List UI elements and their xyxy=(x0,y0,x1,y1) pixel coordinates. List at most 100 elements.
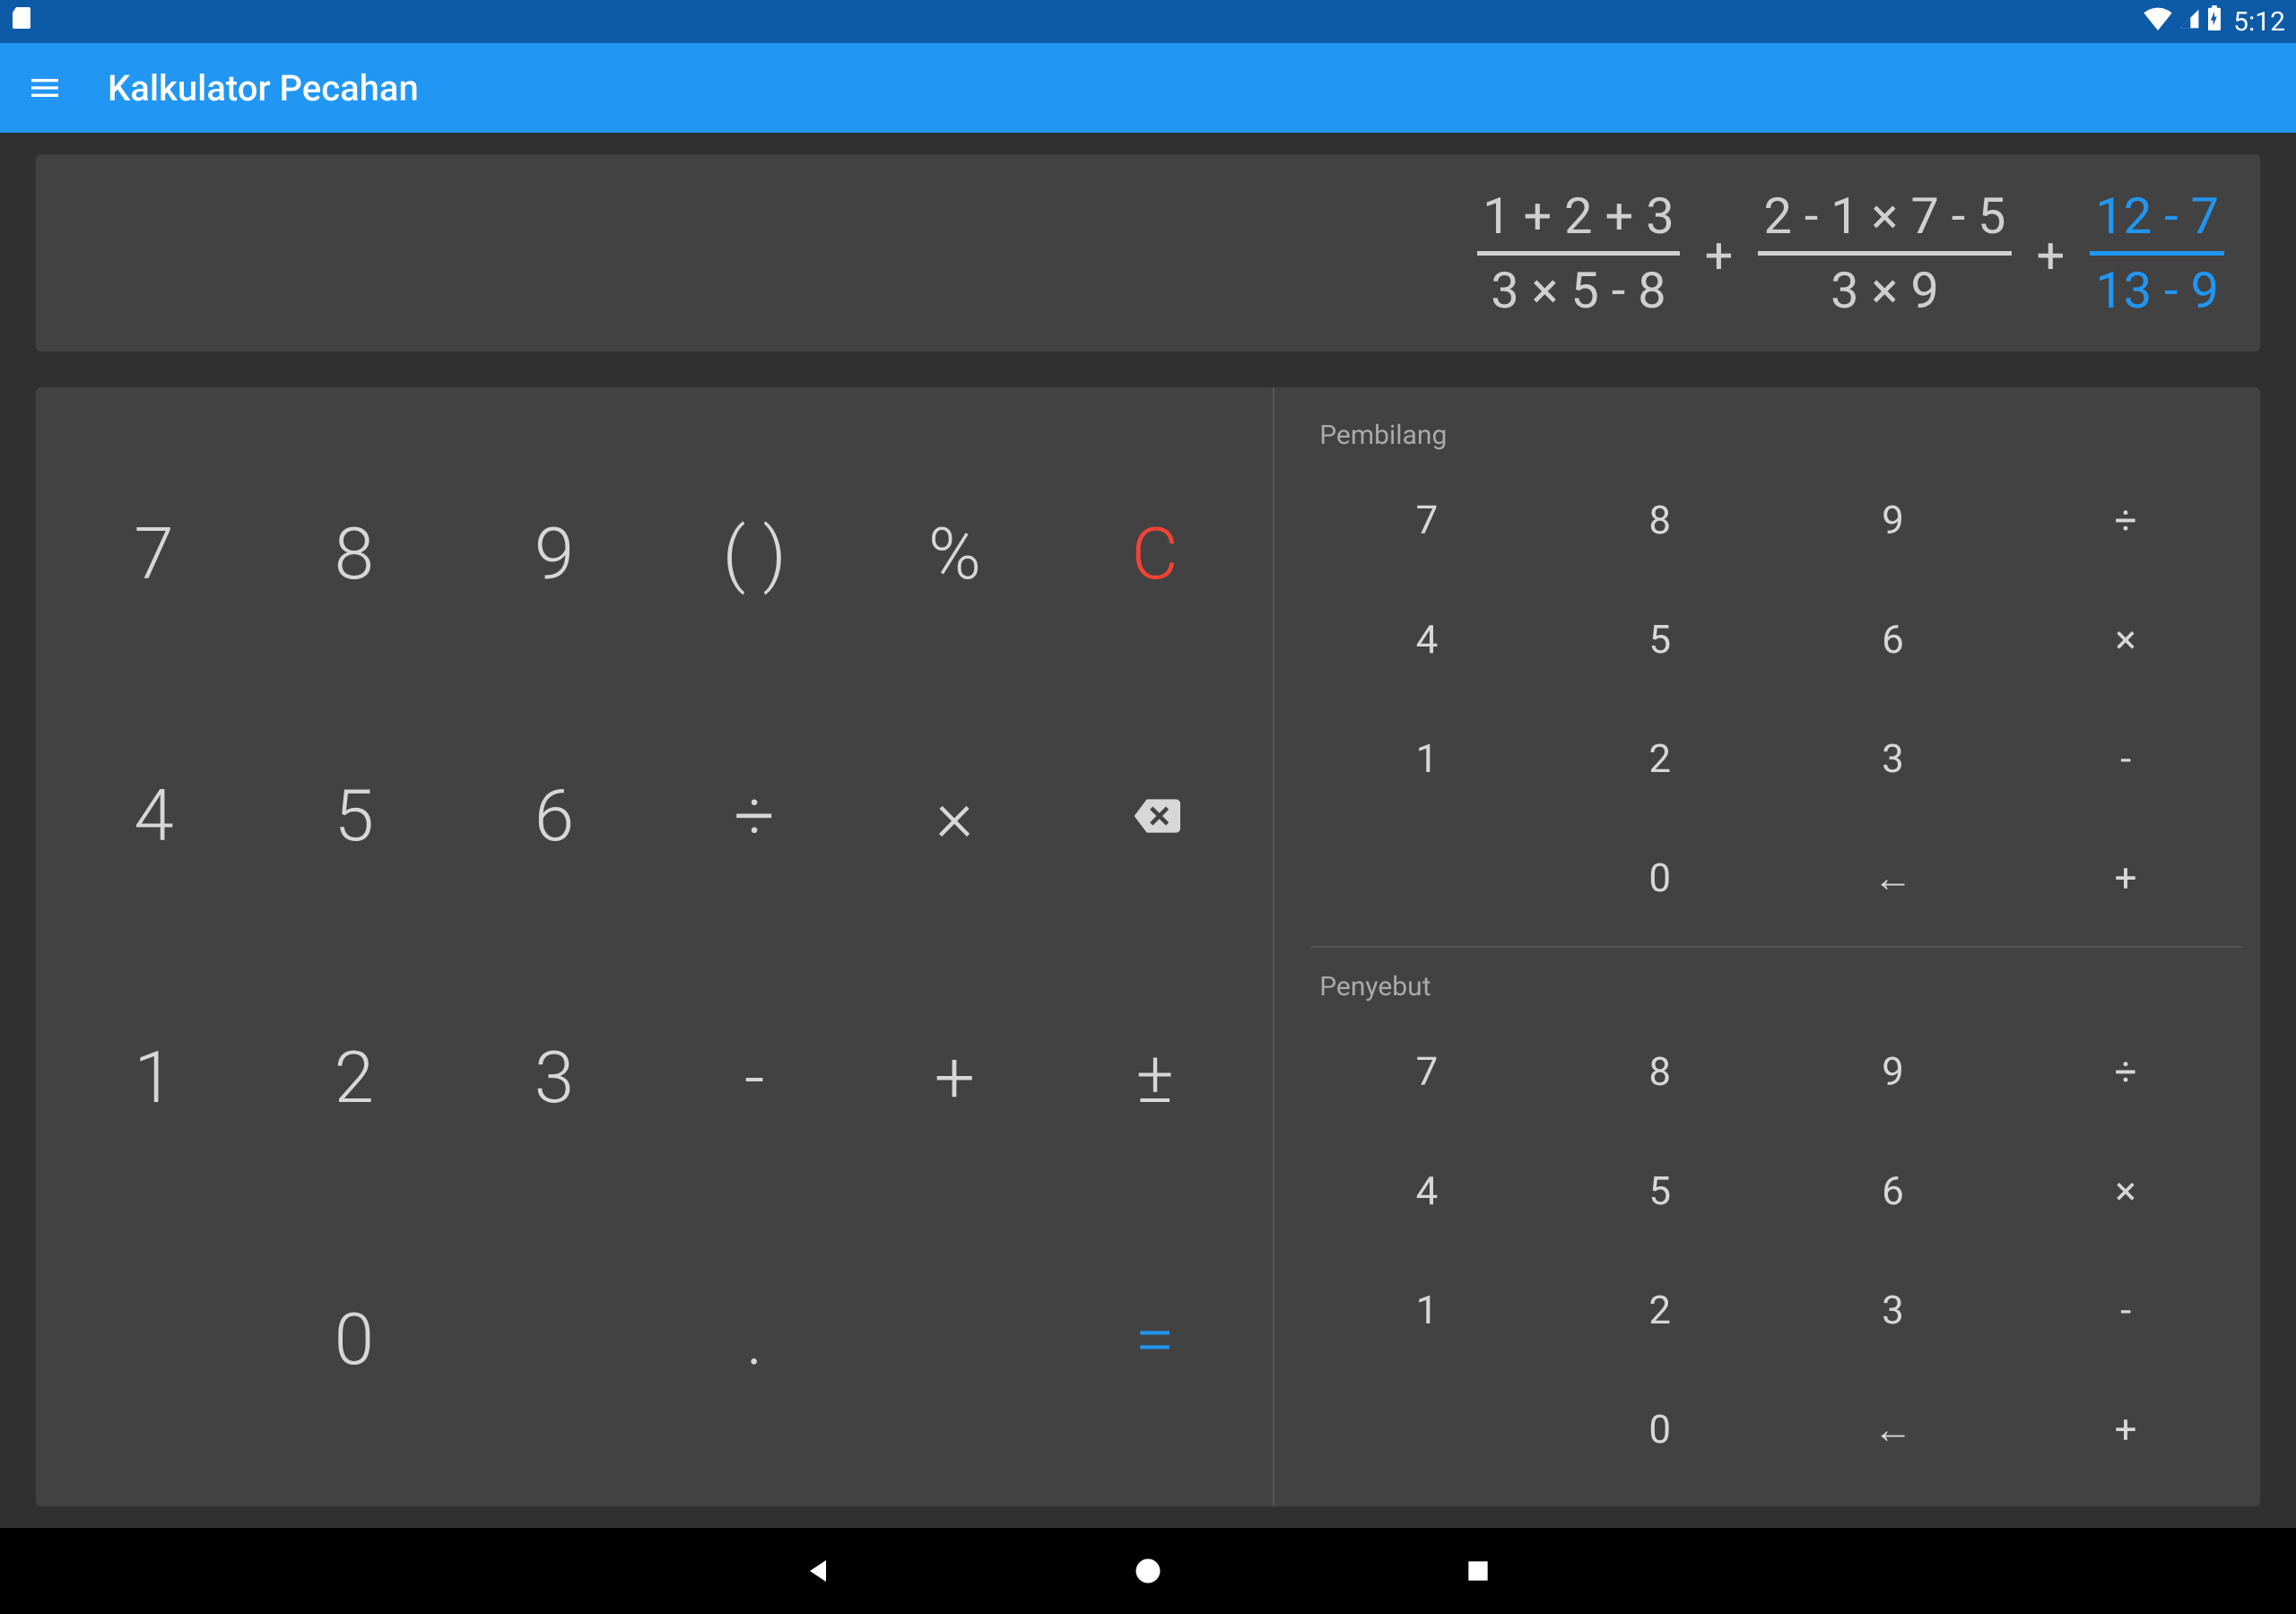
num-key-plus[interactable]: + xyxy=(2009,818,2242,937)
fraction-bar xyxy=(1477,251,1680,256)
den-key-multiply[interactable]: × xyxy=(2009,1131,2242,1250)
den-key-8[interactable]: 8 xyxy=(1544,1011,1777,1131)
den-key-plus[interactable]: + xyxy=(2009,1369,2242,1488)
num-key-empty xyxy=(1310,818,1544,937)
num-key-0[interactable]: 0 xyxy=(1544,818,1777,937)
num-key-minus[interactable]: - xyxy=(2009,699,2242,818)
app-bar: Kalkulator Pecahan xyxy=(0,43,2296,133)
den-key-back[interactable]: ← xyxy=(1777,1369,2010,1488)
key-7[interactable]: 7 xyxy=(54,423,254,685)
expression-row: 1 + 2 + 3 3 × 5 - 8 + 2 - 1 × 7 - 5 3 × … xyxy=(1477,183,2224,324)
fraction-denominator: 3 × 9 xyxy=(1825,257,1944,324)
key-1[interactable]: 1 xyxy=(54,947,254,1209)
main-keypad: 7 8 9 ( ) % C 4 5 6 ÷ × 1 2 3 - + ± xyxy=(36,387,1274,1506)
key-decimal[interactable]: . xyxy=(655,1209,855,1471)
key-plus[interactable]: + xyxy=(855,947,1055,1209)
key-0[interactable]: 0 xyxy=(254,1209,454,1471)
fraction-numerator: 12 - 7 xyxy=(2090,183,2224,249)
key-percent[interactable]: % xyxy=(855,423,1055,685)
fraction-numerator: 2 - 1 × 7 - 5 xyxy=(1758,183,2011,249)
num-key-1[interactable]: 1 xyxy=(1310,699,1544,818)
nav-home-icon xyxy=(1132,1555,1164,1587)
key-empty xyxy=(54,1209,254,1471)
nav-back-icon xyxy=(802,1555,834,1587)
key-5[interactable]: 5 xyxy=(254,685,454,947)
key-4[interactable]: 4 xyxy=(54,685,254,947)
screen: 5:12 Kalkulator Pecahan 1 + 2 + 3 3 × 5 … xyxy=(0,0,2296,1614)
operator-2: + xyxy=(2037,221,2066,285)
wifi-icon xyxy=(2144,6,2172,38)
key-6[interactable]: 6 xyxy=(454,685,654,947)
num-key-back[interactable]: ← xyxy=(1777,818,2010,937)
den-key-9[interactable]: 9 xyxy=(1777,1011,2010,1131)
num-key-2[interactable]: 2 xyxy=(1544,699,1777,818)
key-minus[interactable]: - xyxy=(655,947,855,1209)
num-key-7[interactable]: 7 xyxy=(1310,460,1544,579)
key-plusminus[interactable]: ± xyxy=(1055,947,1255,1209)
den-key-minus[interactable]: - xyxy=(2009,1250,2242,1369)
key-empty xyxy=(454,1209,654,1471)
operator-1: + xyxy=(1705,221,1734,285)
num-key-3[interactable]: 3 xyxy=(1777,699,2010,818)
app-title: Kalkulator Pecahan xyxy=(108,67,419,109)
den-key-1[interactable]: 1 xyxy=(1310,1250,1544,1369)
fraction-bar xyxy=(2090,251,2224,256)
nav-recents-button[interactable] xyxy=(1457,1549,1500,1592)
pad-divider xyxy=(1310,946,2242,948)
num-key-5[interactable]: 5 xyxy=(1544,579,1777,699)
key-empty xyxy=(855,1209,1055,1471)
den-key-empty xyxy=(1310,1369,1544,1488)
den-key-6[interactable]: 6 xyxy=(1777,1131,2010,1250)
keypad-area: 7 8 9 ( ) % C 4 5 6 ÷ × 1 2 3 - + ± xyxy=(36,387,2260,1506)
key-equals[interactable]: = xyxy=(1055,1209,1255,1471)
den-key-2[interactable]: 2 xyxy=(1544,1250,1777,1369)
cell-signal-icon xyxy=(2178,6,2201,38)
nav-recents-icon xyxy=(1464,1557,1492,1585)
menu-button[interactable] xyxy=(25,68,65,108)
key-backspace[interactable] xyxy=(1055,685,1255,947)
num-key-divide[interactable]: ÷ xyxy=(2009,460,2242,579)
fraction-numerator: 1 + 2 + 3 xyxy=(1477,183,1680,249)
num-key-4[interactable]: 4 xyxy=(1310,579,1544,699)
numerator-pad: Pembilang 7 8 9 ÷ 4 5 6 × 1 2 3 - xyxy=(1310,405,2242,937)
key-9[interactable]: 9 xyxy=(454,423,654,685)
fraction-denominator: 3 × 5 - 8 xyxy=(1485,257,1671,324)
content-area: 1 + 2 + 3 3 × 5 - 8 + 2 - 1 × 7 - 5 3 × … xyxy=(0,133,2296,1528)
sd-card-icon xyxy=(11,5,32,38)
fraction-2[interactable]: 2 - 1 × 7 - 5 3 × 9 xyxy=(1758,183,2011,324)
clock-text: 5:12 xyxy=(2233,6,2285,38)
num-key-8[interactable]: 8 xyxy=(1544,460,1777,579)
denominator-label: Penyebut xyxy=(1310,957,2242,1011)
den-key-0[interactable]: 0 xyxy=(1544,1369,1777,1488)
num-key-multiply[interactable]: × xyxy=(2009,579,2242,699)
key-clear[interactable]: C xyxy=(1055,423,1255,685)
nav-bar xyxy=(0,1528,2296,1614)
key-8[interactable]: 8 xyxy=(254,423,454,685)
numerator-label: Pembilang xyxy=(1310,405,2242,460)
key-3[interactable]: 3 xyxy=(454,947,654,1209)
numerator-grid: 7 8 9 ÷ 4 5 6 × 1 2 3 - 0 ← xyxy=(1310,460,2242,937)
den-key-divide[interactable]: ÷ xyxy=(2009,1011,2242,1131)
fraction-1[interactable]: 1 + 2 + 3 3 × 5 - 8 xyxy=(1477,183,1680,324)
den-key-5[interactable]: 5 xyxy=(1544,1131,1777,1250)
key-parens[interactable]: ( ) xyxy=(655,423,855,685)
key-2[interactable]: 2 xyxy=(254,947,454,1209)
denominator-pad: Penyebut 7 8 9 ÷ 4 5 6 × 1 2 3 - xyxy=(1310,957,2242,1488)
expression-display[interactable]: 1 + 2 + 3 3 × 5 - 8 + 2 - 1 × 7 - 5 3 × … xyxy=(36,154,2260,351)
backspace-icon xyxy=(1130,791,1180,841)
key-multiply[interactable]: × xyxy=(855,685,1055,947)
status-bar: 5:12 xyxy=(0,0,2296,43)
num-key-9[interactable]: 9 xyxy=(1777,460,2010,579)
den-key-3[interactable]: 3 xyxy=(1777,1250,2010,1369)
fraction-denominator: 13 - 9 xyxy=(2090,257,2224,324)
nav-back-button[interactable] xyxy=(796,1549,839,1592)
fraction-bar xyxy=(1758,251,2011,256)
den-key-7[interactable]: 7 xyxy=(1310,1011,1544,1131)
nav-home-button[interactable] xyxy=(1126,1549,1170,1592)
battery-icon xyxy=(2206,5,2222,38)
den-key-4[interactable]: 4 xyxy=(1310,1131,1544,1250)
num-key-6[interactable]: 6 xyxy=(1777,579,2010,699)
key-divide[interactable]: ÷ xyxy=(655,685,855,947)
fraction-3-active[interactable]: 12 - 7 13 - 9 xyxy=(2090,183,2224,324)
status-left xyxy=(11,5,32,38)
